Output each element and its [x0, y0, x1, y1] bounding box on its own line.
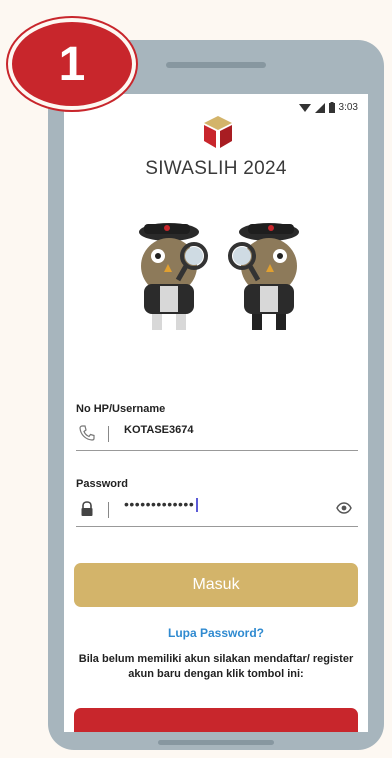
- app-screen: 3:03 SIWASLIH 2024 No HP/Username KOTASE…: [64, 94, 368, 732]
- phone-speaker: [166, 62, 266, 68]
- password-label: Password: [76, 478, 128, 490]
- status-bar: 3:03: [298, 102, 358, 113]
- username-separator: [108, 426, 109, 442]
- forgot-password-link[interactable]: Lupa Password?: [64, 626, 368, 640]
- app-title: SIWASLIH 2024: [145, 158, 287, 179]
- password-separator: [108, 502, 109, 518]
- eye-icon[interactable]: [336, 501, 352, 515]
- username-value[interactable]: KOTASE3674: [124, 424, 194, 436]
- app-logo-icon: [204, 116, 232, 148]
- phone-icon: [79, 425, 95, 441]
- lock-icon: [81, 501, 93, 516]
- step-number: 1: [58, 37, 86, 91]
- username-label: No HP/Username: [76, 403, 166, 415]
- battery-icon: [328, 102, 335, 113]
- step-badge: 1: [8, 18, 136, 110]
- mascot-illustration: [139, 223, 299, 330]
- wifi-icon: [298, 103, 311, 112]
- phone-home-bar: [158, 740, 274, 745]
- password-dots: •••••••••••••: [124, 496, 195, 512]
- register-button[interactable]: [74, 708, 358, 732]
- text-caret: [196, 498, 199, 513]
- status-time: 3:03: [338, 102, 358, 113]
- login-button[interactable]: Masuk: [74, 563, 358, 607]
- signal-icon: [314, 102, 325, 113]
- phone-frame: 3:03 SIWASLIH 2024 No HP/Username KOTASE…: [48, 40, 384, 750]
- username-field[interactable]: KOTASE3674: [76, 416, 358, 451]
- password-value[interactable]: •••••••••••••: [124, 496, 199, 513]
- password-field[interactable]: •••••••••••••: [76, 492, 358, 527]
- register-info-text: Bila belum memiliki akun silakan mendaft…: [78, 653, 354, 680]
